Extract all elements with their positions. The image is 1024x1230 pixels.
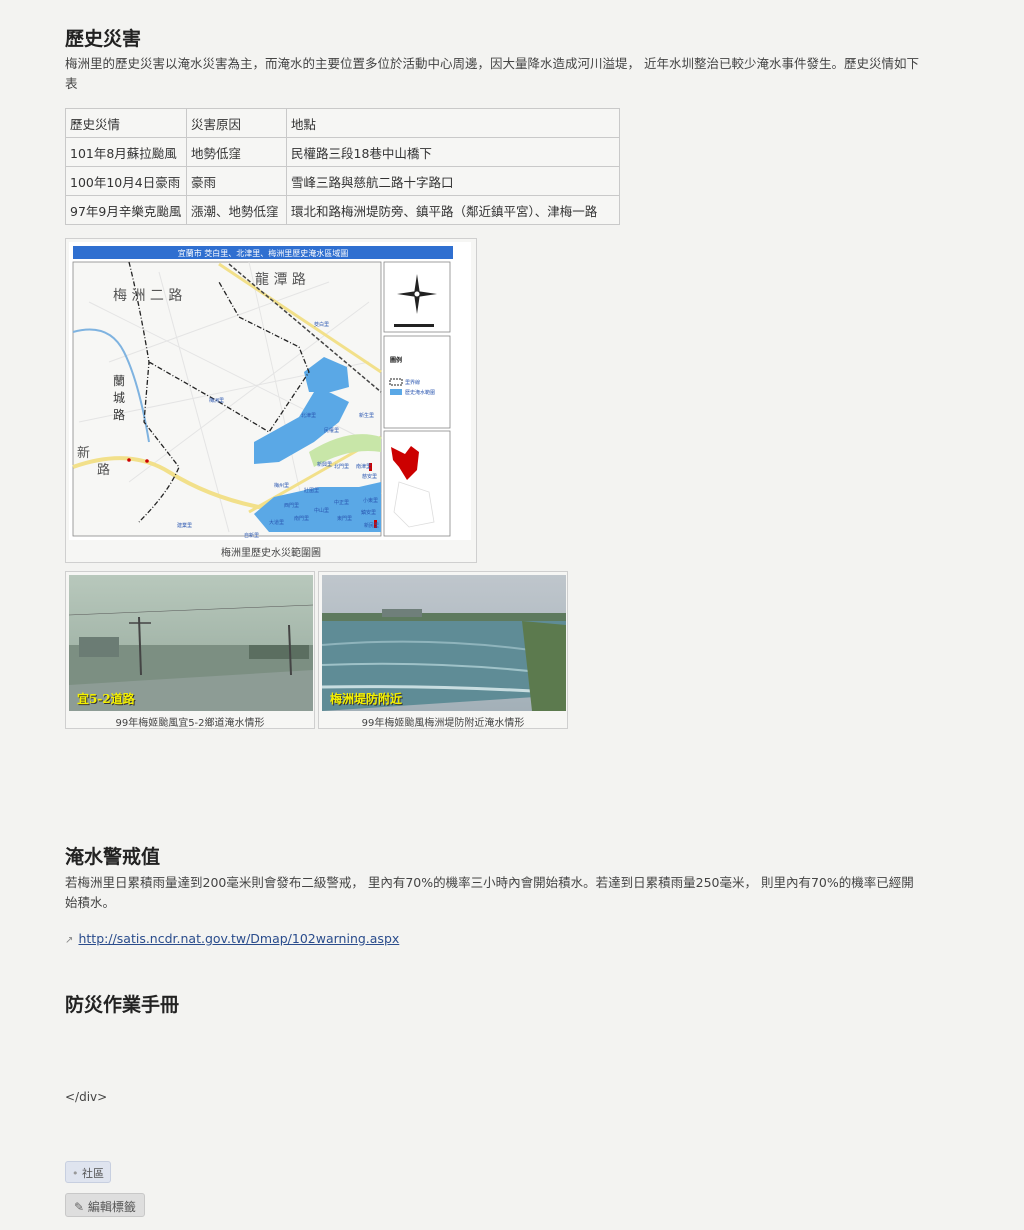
stray-text: </div> [65,1090,108,1104]
svg-text:歷史淹水範圍: 歷史淹水範圍 [405,389,435,396]
svg-text:路: 路 [113,407,125,422]
svg-text:東門里: 東門里 [337,515,352,522]
svg-text:慈安里: 慈安里 [362,473,377,480]
svg-text:中山里: 中山里 [314,507,329,514]
flood-photo-levee[interactable]: 梅洲堤防附近 [322,575,566,711]
svg-text:茭白里: 茭白里 [314,321,329,328]
svg-text:民權里: 民權里 [324,427,339,434]
table-cell: 豪雨 [186,166,287,196]
table-cell: 地勢低窪 [186,137,287,167]
edit-tags-button[interactable]: ✎ 編輯標籤 [65,1193,145,1217]
svg-text:北津里: 北津里 [301,412,316,419]
table-row: 97年9月辛樂克颱風 漲潮、地勢低窪 環北和路梅洲堤防旁、鎮平路（鄰近鎮平宮）、… [65,195,620,225]
svg-text:里界線: 里界線 [405,379,420,386]
table-cell: 101年8月蘇拉颱風 [65,137,187,167]
table-row: 100年10月4日豪雨 豪雨 雪峰三路與慈航二路十字路口 [65,166,620,196]
table-header-row: 歷史災情 災害原因 地點 [65,108,620,138]
flood-photo-road[interactable]: 宜5-2道路 [69,575,313,711]
table-cell: 民權路三段18巷中山橋下 [286,137,620,167]
svg-text:城: 城 [113,391,125,405]
flood-map-figure: 宜蘭市 茭白里、北津里、梅洲里歷史淹水區域圖 梅 洲 二 路 龍 潭 路 蘭 城… [65,238,477,563]
history-intro: 梅洲里的歷史災害以淹水災害為主，而淹水的主要位置多位於活動中心周邊，因大量降水造… [65,56,919,91]
svg-text:圖例: 圖例 [390,356,402,364]
map-caption: 梅洲里歷史水災範圍圖 [221,548,321,559]
photo-overlay-label: 宜5-2道路 [77,692,135,706]
category-tag[interactable]: • 社區 [65,1161,111,1183]
svg-text:小東里: 小東里 [363,497,378,504]
warning-link[interactable]: http://satis.ncdr.nat.gov.tw/Dmap/102war… [78,931,399,946]
svg-text:大道里: 大道里 [269,519,284,526]
table-row: 101年8月蘇拉颱風 地勢低窪 民權路三段18巷中山橋下 [65,137,620,167]
svg-text:壯圍里: 壯圍里 [304,487,319,494]
warning-link-row: ↗ http://satis.ncdr.nat.gov.tw/Dmap/102w… [65,928,399,947]
external-link-icon: ↗ [65,935,74,946]
svg-text:建業里: 建業里 [177,522,192,529]
svg-text:蘭: 蘭 [113,374,125,388]
history-table: 歷史災情 災害原因 地點 101年8月蘇拉颱風 地勢低窪 民權路三段18巷中山橋… [65,108,620,225]
table-cell: 100年10月4日豪雨 [65,166,187,196]
flood-map-image[interactable]: 宜蘭市 茭白里、北津里、梅洲里歷史淹水區域圖 梅 洲 二 路 龍 潭 路 蘭 城… [69,242,471,540]
svg-text:梅洲里: 梅洲里 [209,397,224,404]
photo-figure-levee: 梅洲堤防附近 99年梅姬颱風梅洲堤防附近淹水情形 [318,571,568,729]
svg-text:龍 潭 路: 龍 潭 路 [255,271,306,288]
svg-text:鎮安里: 鎮安里 [361,509,376,516]
svg-text:新: 新 [77,445,90,461]
svg-text:南門里: 南門里 [294,515,309,522]
table-cell: 雪峰三路與慈航二路十字路口 [286,166,620,196]
svg-text:新民里: 新民里 [364,522,379,529]
photo-caption: 99年梅姬颱風宜5-2鄉道淹水情形 [115,718,265,729]
svg-text:新興里: 新興里 [317,461,332,468]
svg-text:北門里: 北門里 [334,463,349,470]
history-heading: 歷史災害 [65,28,142,50]
photo-overlay-label: 梅洲堤防附近 [330,692,403,706]
category-tag-label: 社區 [82,1167,104,1180]
svg-text:梅州里: 梅州里 [274,482,289,489]
map-title: 宜蘭市 茭白里、北津里、梅洲里歷史淹水區域圖 [178,248,349,258]
table-header-cell: 地點 [286,108,620,138]
svg-text:路: 路 [97,462,110,478]
table-cell: 97年9月辛樂克颱風 [65,195,187,225]
table-header-cell: 災害原因 [186,108,287,138]
svg-text:新生里: 新生里 [359,412,374,419]
svg-text:南津里: 南津里 [356,463,371,470]
table-header-cell: 歷史災情 [65,108,187,138]
table-cell: 漲潮、地勢低窪 [186,195,287,225]
photo-caption: 99年梅姬颱風梅洲堤防附近淹水情形 [361,718,525,729]
warning-text: 若梅洲里日累積雨量達到200毫米則會發布二級警戒， 里內有70%的機率三小時內會… [65,875,914,910]
tag-bullet: • [72,1167,79,1180]
svg-text:梅 洲 二 路: 梅 洲 二 路 [113,288,182,304]
manual-heading: 防災作業手冊 [65,994,180,1016]
svg-text:自新里: 自新里 [244,532,259,539]
tag-icon: ✎ [74,1200,85,1214]
svg-text:中正里: 中正里 [334,499,349,506]
table-cell: 環北和路梅洲堤防旁、鎮平路（鄰近鎮平宮）、津梅一路 [286,195,620,225]
edit-tags-label: 編輯標籤 [87,1200,136,1214]
svg-text:西門里: 西門里 [284,503,299,509]
warning-heading: 淹水警戒值 [65,846,161,868]
photo-figure-road: 宜5-2道路 99年梅姬颱風宜5-2鄉道淹水情形 [65,571,315,729]
